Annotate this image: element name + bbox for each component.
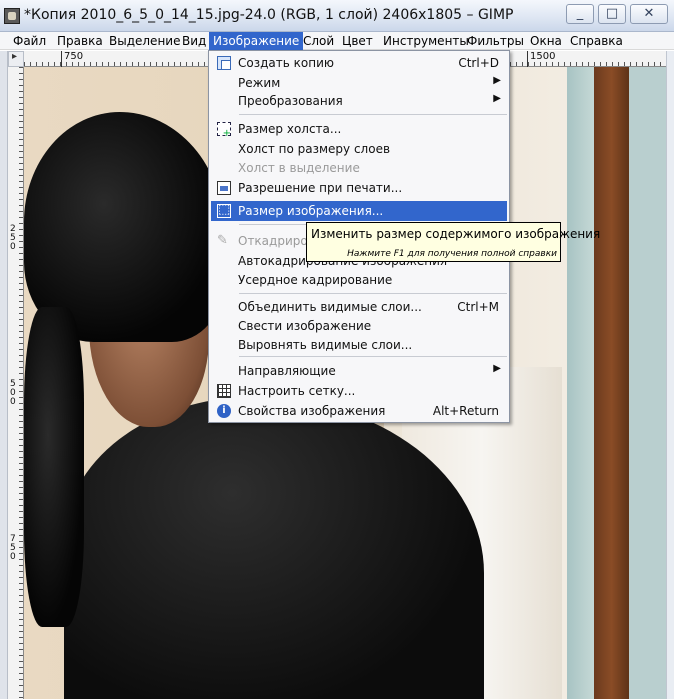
tooltip-hint: Нажмите F1 для получения полной справки [347, 249, 557, 259]
submenu-arrow-icon: ▶ [493, 75, 501, 86]
menu-item-guides[interactable]: Направляющие ▶ [211, 361, 507, 381]
menu-filters[interactable]: Фильтры [463, 32, 528, 50]
menu-item-canvas-to-selection[interactable]: Холст в выделение [211, 158, 507, 178]
menu-item-canvas-size[interactable]: Размер холста... [211, 119, 507, 139]
crop-icon: ✎ [217, 233, 228, 248]
menu-file[interactable]: Файл [9, 32, 50, 50]
maximize-button[interactable]: □ [598, 4, 626, 24]
menu-separator [239, 293, 507, 294]
tooltip: Изменить размер содержимого изображения … [306, 222, 600, 262]
menu-windows[interactable]: Окна [526, 32, 566, 50]
menu-layer[interactable]: Слой [299, 32, 338, 50]
submenu-arrow-icon: ▶ [493, 363, 501, 374]
menu-item-configure-grid[interactable]: Настроить сетку... [211, 381, 507, 401]
close-button[interactable]: ✕ [630, 4, 668, 24]
menu-help[interactable]: Справка [566, 32, 627, 50]
menu-item-align-visible[interactable]: Выровнять видимые слои... [211, 335, 507, 355]
background-pillar [567, 67, 597, 699]
ruler-label: 5 0 0 [10, 379, 16, 407]
scale-image-icon [217, 202, 231, 218]
menu-tools[interactable]: Инструменты [379, 32, 473, 50]
menu-edit[interactable]: Правка [53, 32, 107, 50]
menu-item-print-size[interactable]: Разрешение при печати... [211, 178, 507, 198]
menu-bar: Файл Правка Выделение Вид Изображение Сл… [0, 32, 674, 50]
grid-icon [217, 384, 231, 398]
ruler-label: 7 5 0 [10, 534, 16, 562]
ruler-label: 1500 [530, 51, 556, 62]
gimp-app-icon[interactable] [4, 8, 20, 24]
menu-item-flatten[interactable]: Свести изображение [211, 316, 507, 336]
menu-separator [239, 114, 507, 115]
vertical-ruler[interactable]: 2 5 0 5 0 0 7 5 0 [8, 67, 24, 699]
menu-item-transform[interactable]: Преобразования ▶ [211, 91, 507, 111]
menu-item-zealous-crop[interactable]: Усердное кадрирование [211, 270, 507, 290]
menu-item-duplicate[interactable]: Создать копию Ctrl+D [211, 53, 507, 73]
duplicate-icon [217, 56, 231, 70]
minimize-button[interactable]: _ [566, 4, 594, 24]
ruler-label: 2 5 0 [10, 224, 16, 252]
submenu-arrow-icon: ▶ [493, 93, 501, 104]
background-door-frame [594, 67, 629, 699]
print-size-icon [217, 181, 231, 195]
menu-colors[interactable]: Цвет [338, 32, 377, 50]
window-title: *Копия 2010_6_5_0_14_15.jpg-24.0 (RGB, 1… [24, 7, 514, 23]
info-icon: i [217, 404, 231, 418]
menu-item-mode[interactable]: Режим ▶ [211, 73, 507, 93]
tooltip-text: Изменить размер содержимого изображения [311, 227, 601, 241]
menu-item-merge-visible[interactable]: Объединить видимые слои... Ctrl+M [211, 297, 507, 317]
window-right-border [666, 51, 674, 699]
menu-image[interactable]: Изображение [209, 32, 304, 50]
menu-select[interactable]: Выделение [105, 32, 184, 50]
ruler-label: 750 [64, 51, 84, 62]
menu-view[interactable]: Вид [178, 32, 210, 50]
menu-separator [239, 356, 507, 357]
person-hair-side [24, 307, 84, 627]
title-bar: *Копия 2010_6_5_0_14_15.jpg-24.0 (RGB, 1… [0, 0, 674, 32]
window-left-border [0, 51, 8, 699]
menu-item-fit-canvas-to-layers[interactable]: Холст по размеру слоев [211, 139, 507, 159]
quick-mask-toggle[interactable] [8, 51, 24, 67]
background-window [629, 67, 666, 699]
canvas-size-icon [217, 122, 231, 139]
menu-item-image-properties[interactable]: i Свойства изображения Alt+Return [211, 401, 507, 421]
menu-item-scale-image[interactable]: Размер изображения... [211, 201, 507, 221]
